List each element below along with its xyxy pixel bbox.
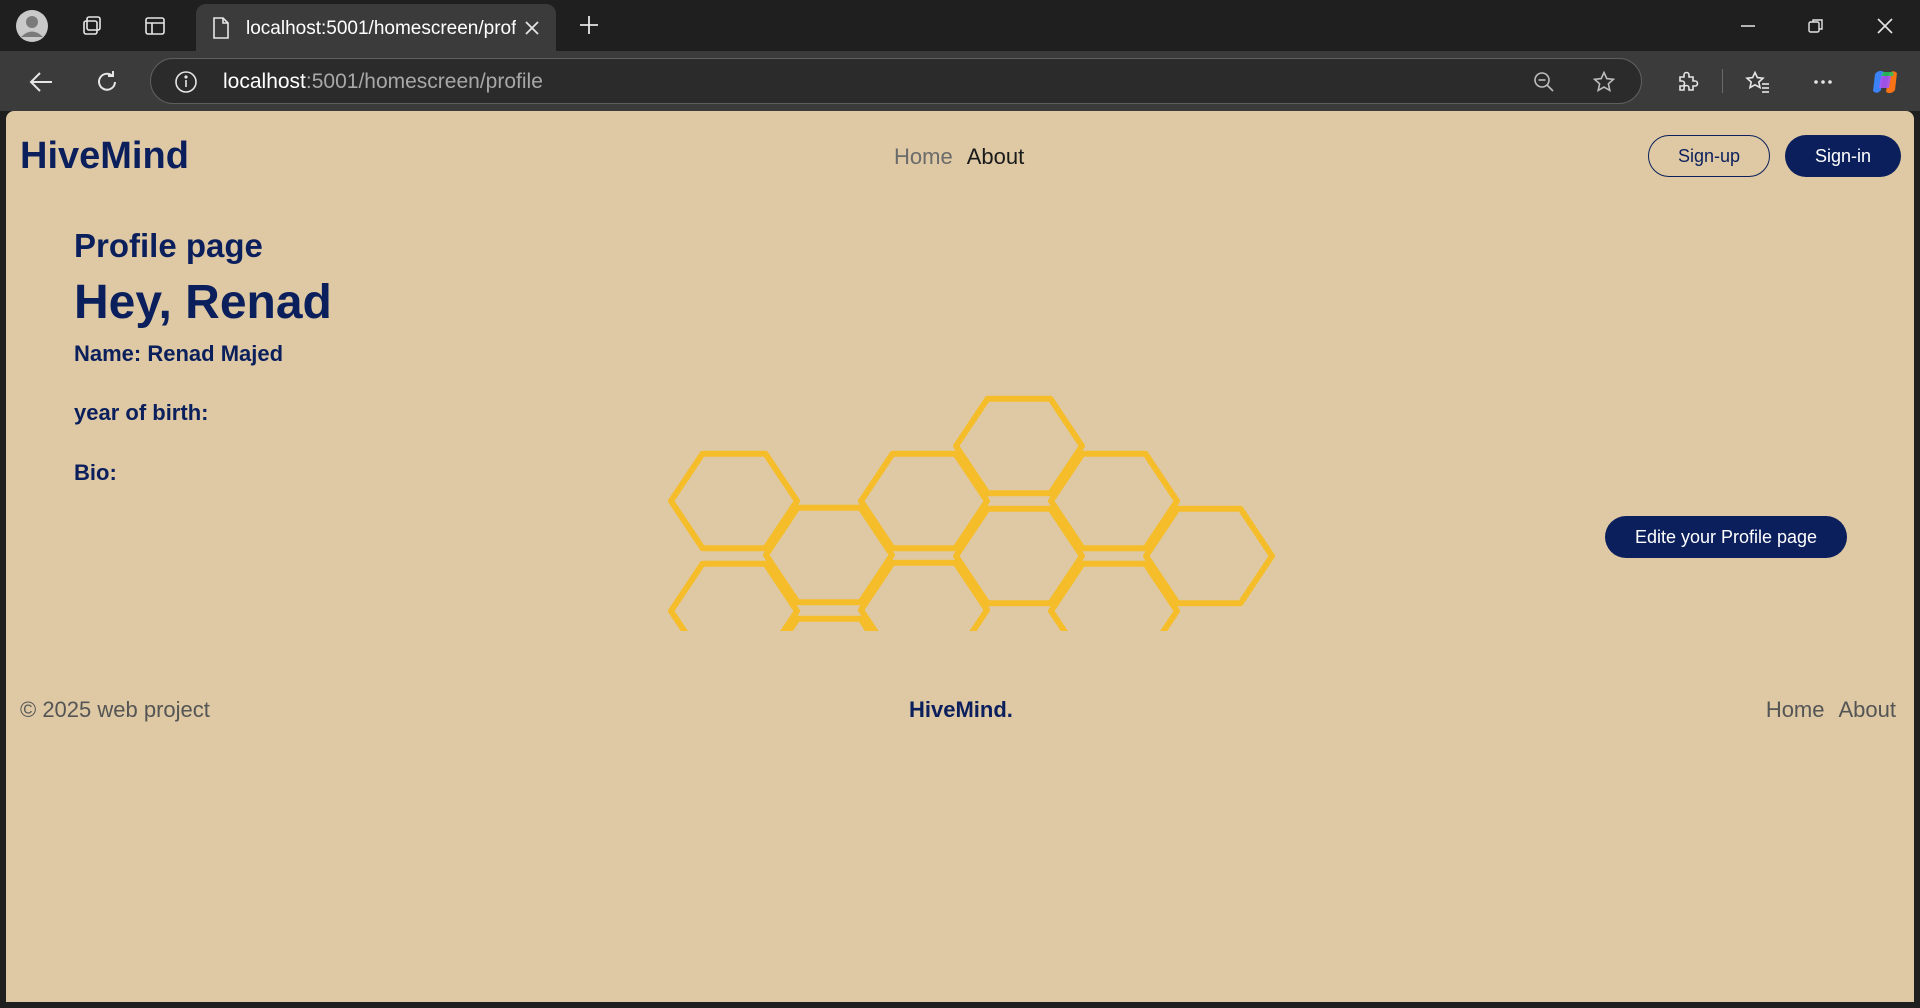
site-info-icon[interactable] <box>173 69 199 95</box>
tab-title: localhost:5001/homescreen/profile <box>246 18 516 39</box>
zoom-out-icon[interactable] <box>1531 69 1557 95</box>
favorites-icon[interactable] <box>1743 67 1773 97</box>
profile-bio: Bio: <box>74 460 117 485</box>
profile-name: Name: Renad Majed <box>74 341 284 366</box>
browser-titlebar: localhost:5001/homescreen/profile <box>0 0 1920 51</box>
profile-heading: Profile page <box>74 227 263 264</box>
greeting-title: Hey, Renad <box>74 276 332 329</box>
footer-about-link[interactable]: About <box>1839 697 1897 722</box>
page-viewport: HiveMind Home About Sign-up Sign-in Profi… <box>6 111 1914 1002</box>
nav-about-link[interactable]: About <box>967 144 1025 169</box>
honeycomb-cell <box>1143 505 1275 607</box>
signin-button[interactable]: Sign-in <box>1785 135 1901 177</box>
footer-nav: Home About <box>1752 697 1896 723</box>
footer-brand: HiveMind. <box>909 697 1013 722</box>
main-nav: Home About <box>894 144 1038 170</box>
footer-home-link[interactable]: Home <box>1766 697 1825 722</box>
browser-tab[interactable]: localhost:5001/homescreen/profile <box>196 4 556 51</box>
favorite-star-icon[interactable] <box>1591 69 1617 95</box>
restore-icon[interactable] <box>1803 14 1829 38</box>
url-path: :5001/homescreen/profile <box>305 70 543 93</box>
toolbar-divider <box>1722 69 1723 93</box>
workspaces-icon[interactable] <box>78 12 106 40</box>
brand-logo[interactable]: HiveMind <box>20 135 189 178</box>
nav-home-link[interactable]: Home <box>894 144 953 169</box>
profile-avatar-icon[interactable] <box>14 8 50 44</box>
close-tab-icon[interactable] <box>522 18 542 38</box>
close-window-icon[interactable] <box>1872 14 1898 38</box>
profile-birth-year: year of birth: <box>74 400 209 425</box>
minimize-icon[interactable] <box>1735 14 1761 38</box>
tab-actions-icon[interactable] <box>141 12 169 40</box>
url-host: localhost <box>223 70 306 93</box>
address-bar[interactable]: localhost:5001/homescreen/profile <box>150 58 1642 104</box>
refresh-icon[interactable] <box>92 67 122 97</box>
back-icon[interactable] <box>26 67 56 97</box>
footer-copyright: © 2025 web project <box>20 697 210 722</box>
edit-profile-button[interactable]: Edite your Profile page <box>1605 516 1847 558</box>
extensions-icon[interactable] <box>1672 67 1702 97</box>
copilot-icon[interactable] <box>1868 65 1902 99</box>
honeycomb-illustration <box>668 395 1275 631</box>
url-text[interactable]: localhost:5001/homescreen/profile <box>223 70 543 94</box>
page-icon <box>210 16 232 40</box>
more-icon[interactable] <box>1808 67 1838 97</box>
new-tab-icon[interactable] <box>576 12 602 38</box>
signup-button[interactable]: Sign-up <box>1648 135 1770 177</box>
browser-toolbar: localhost:5001/homescreen/profile <box>0 51 1920 111</box>
